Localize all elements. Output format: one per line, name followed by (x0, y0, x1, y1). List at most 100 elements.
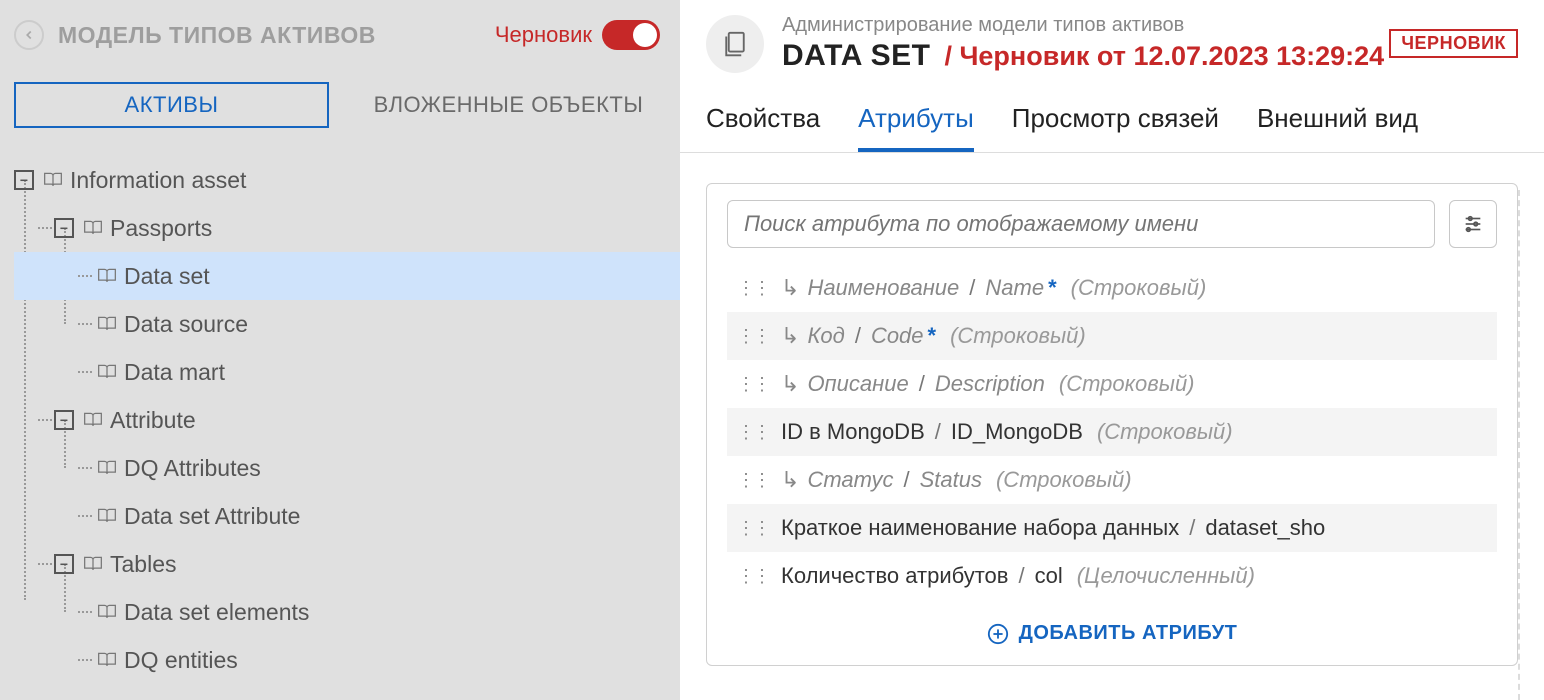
tree-node-attribute[interactable]: − Attribute (14, 396, 680, 444)
left-panel: МОДЕЛЬ ТИПОВ АКТИВОВ Черновик АКТИВЫ ВЛО… (0, 0, 680, 700)
attr-display-name: Статус (807, 467, 893, 493)
tab-nested-objects[interactable]: ВЛОЖЕННЫЕ ОБЪЕКТЫ (351, 82, 666, 128)
expander-icon[interactable]: − (54, 410, 74, 430)
attr-type: (Целочисленный) (1077, 563, 1255, 589)
attr-display-name: Описание (807, 371, 908, 397)
tree-node-dq-attributes[interactable]: DQ Attributes (14, 444, 680, 492)
attr-code: dataset_sho (1205, 515, 1325, 541)
attr-type: (Строковый) (950, 323, 1086, 349)
draft-badge: ЧЕРНОВИК (1389, 29, 1518, 58)
inherit-arrow-icon: ↳ (781, 467, 799, 493)
tab-assets[interactable]: АКТИВЫ (14, 82, 329, 128)
drag-handle-icon[interactable]: ⋮⋮ (737, 278, 769, 299)
attr-type: (Строковый) (1071, 275, 1207, 301)
tree-label: Data set Attribute (124, 503, 300, 530)
tab-appearance[interactable]: Внешний вид (1257, 103, 1418, 152)
filter-button[interactable] (1449, 200, 1497, 248)
left-header: МОДЕЛЬ ТИПОВ АКТИВОВ Черновик (0, 0, 680, 68)
attributes-card: ⋮⋮ ↳ Наименование / Name* (Строковый) ⋮⋮ ↳ Код / C… (706, 183, 1518, 666)
attr-display-name: Код (807, 323, 844, 349)
attribute-row[interactable]: ⋮⋮↳Наименование/Name*(Строковый) (727, 264, 1497, 312)
attribute-search-input[interactable] (727, 200, 1435, 248)
attribute-row[interactable]: ⋮⋮ ID в MongoDB / ID_MongoDB (Строковый) (727, 408, 1497, 456)
book-icon (94, 266, 120, 286)
attr-code: Description (935, 371, 1045, 397)
expander-icon[interactable]: − (14, 170, 34, 190)
tree-label: DQ entities (124, 647, 238, 674)
required-star-icon: * (1048, 275, 1057, 301)
tree-label: Tables (110, 551, 176, 578)
expander-icon[interactable]: − (54, 554, 74, 574)
attr-code: ID_MongoDB (951, 419, 1083, 445)
draft-toggle-label: Черновик (495, 22, 592, 48)
breadcrumb: Администрирование модели типов активов (782, 14, 1389, 37)
tree-label: Attribute (110, 407, 196, 434)
tree-node-data-set-attribute[interactable]: Data set Attribute (14, 492, 680, 540)
draft-timestamp: / Черновик от 12.07.2023 13:29:24 (944, 41, 1384, 72)
drag-handle-icon[interactable]: ⋮⋮ (737, 374, 769, 395)
attr-display-name: ID в MongoDB (781, 419, 925, 445)
documents-stack-icon (706, 15, 764, 73)
inherit-arrow-icon: ↳ (781, 275, 799, 301)
right-header-text: Администрирование модели типов активов D… (782, 14, 1389, 73)
tree-label: Passports (110, 215, 212, 242)
right-header: Администрирование модели типов активов D… (680, 0, 1544, 79)
asset-tree: − Information asset − Passports Data set… (0, 156, 680, 684)
attr-display-name: Наименование (807, 275, 959, 301)
attr-type: (Строковый) (1097, 419, 1233, 445)
expander-icon[interactable]: − (54, 218, 74, 238)
attr-code: Status (920, 467, 982, 493)
back-button[interactable] (14, 20, 44, 50)
tree-node-tables[interactable]: − Tables (14, 540, 680, 588)
tab-links[interactable]: Просмотр связей (1012, 103, 1219, 152)
right-divider (1518, 190, 1520, 700)
book-icon (80, 410, 106, 430)
separator: / (935, 419, 941, 445)
tree-node-data-set[interactable]: Data set (14, 252, 680, 300)
book-icon (94, 314, 120, 334)
separator: / (919, 371, 925, 397)
drag-handle-icon[interactable]: ⋮⋮ (737, 566, 769, 587)
tree-label: Data set (124, 263, 210, 290)
inherit-arrow-icon: ↳ (781, 371, 799, 397)
draft-toggle-wrap: Черновик (495, 20, 660, 50)
attribute-row[interactable]: ⋮⋮↳Статус/Status(Строковый) (727, 456, 1497, 504)
drag-handle-icon[interactable]: ⋮⋮ (737, 422, 769, 443)
book-icon (40, 170, 66, 190)
tree-node-dq-entities[interactable]: DQ entities (14, 636, 680, 684)
tree-node-data-mart[interactable]: Data mart (14, 348, 680, 396)
left-tabs: АКТИВЫ ВЛОЖЕННЫЕ ОБЪЕКТЫ (0, 68, 680, 156)
attribute-row[interactable]: ⋮⋮↳Код/Code*(Строковый) (727, 312, 1497, 360)
attribute-row[interactable]: ⋮⋮ Краткое наименование набора данных / dat… (727, 504, 1497, 552)
tree-label: DQ Attributes (124, 455, 261, 482)
attribute-row[interactable]: ⋮⋮↳Описание/Description(Строковый) (727, 360, 1497, 408)
tab-properties[interactable]: Свойства (706, 103, 820, 152)
tree-node-information-asset[interactable]: − Information asset (14, 156, 680, 204)
separator: / (1189, 515, 1195, 541)
separator: / (855, 323, 861, 349)
right-tabs: Свойства Атрибуты Просмотр связей Внешни… (680, 79, 1544, 153)
attribute-row[interactable]: ⋮⋮Количество атрибутов/col(Целочисленный… (727, 552, 1497, 600)
tree-label: Data mart (124, 359, 225, 386)
tab-attributes[interactable]: Атрибуты (858, 103, 974, 152)
separator: / (1018, 563, 1024, 589)
book-icon (94, 458, 120, 478)
attr-code: Name (985, 275, 1044, 301)
attr-code: Code (871, 323, 924, 349)
add-attribute-label: ДОБАВИТЬ АТРИБУТ (1019, 622, 1238, 645)
tree-node-data-set-elements[interactable]: Data set elements (14, 588, 680, 636)
attr-display-name: Количество атрибутов (781, 563, 1008, 589)
book-icon (94, 362, 120, 382)
book-icon (94, 602, 120, 622)
add-attribute-button[interactable]: ДОБАВИТЬ АТРИБУТ (727, 622, 1497, 645)
separator: / (903, 467, 909, 493)
tree-node-data-source[interactable]: Data source (14, 300, 680, 348)
tree-node-passports[interactable]: − Passports (14, 204, 680, 252)
drag-handle-icon[interactable]: ⋮⋮ (737, 470, 769, 491)
drag-handle-icon[interactable]: ⋮⋮ (737, 518, 769, 539)
drag-handle-icon[interactable]: ⋮⋮ (737, 326, 769, 347)
attribute-list: ⋮⋮ ↳ Наименование / Name* (Строковый) ⋮⋮ ↳ Код / C… (727, 264, 1497, 600)
attr-display-name: Краткое наименование набора данных (781, 515, 1179, 541)
right-panel: Администрирование модели типов активов D… (680, 0, 1544, 700)
draft-toggle[interactable] (602, 20, 660, 50)
